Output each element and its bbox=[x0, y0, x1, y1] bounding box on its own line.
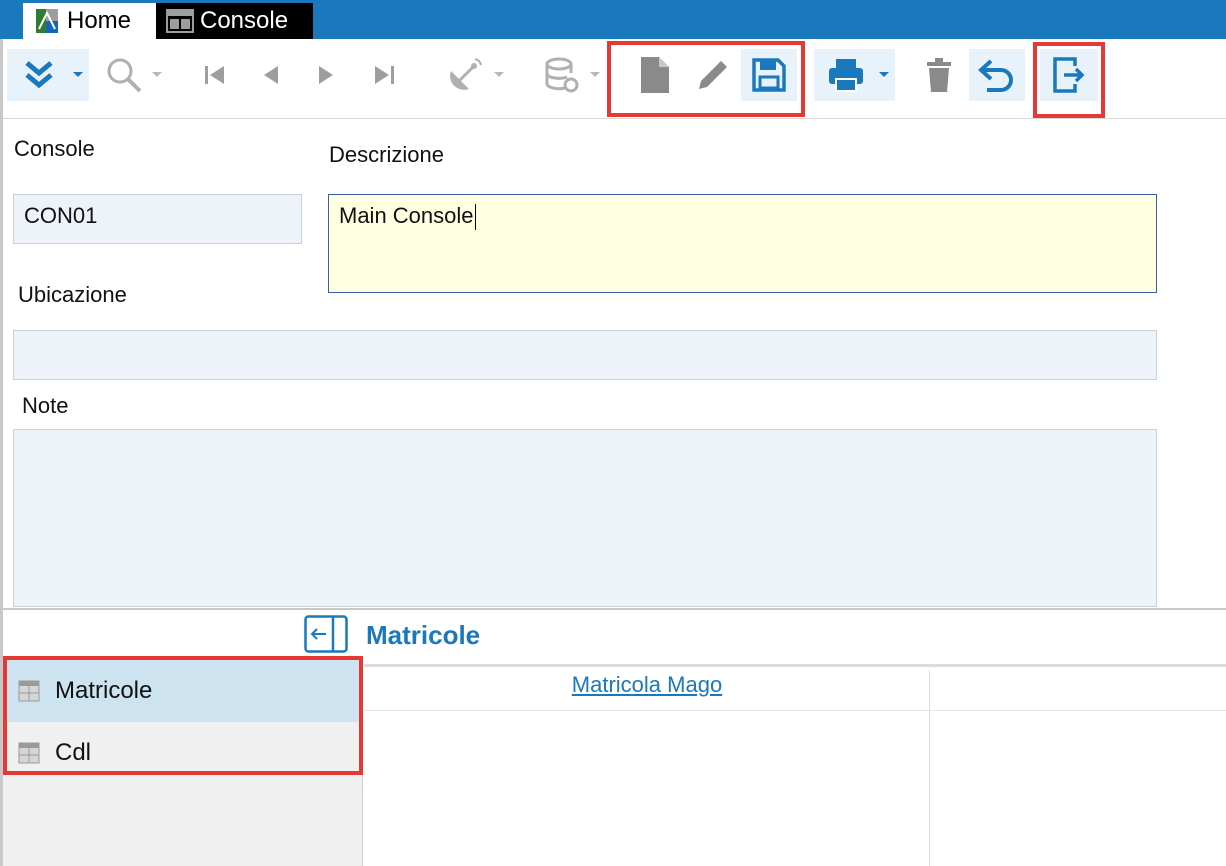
tab-console-label: Console bbox=[200, 7, 289, 34]
trash-icon bbox=[927, 58, 951, 92]
descrizione-field[interactable]: Main Console bbox=[328, 194, 1157, 293]
document-tab-strip: Home Console bbox=[0, 0, 1226, 39]
last-record-button[interactable] bbox=[364, 49, 404, 101]
text-cursor bbox=[474, 204, 476, 231]
console-window-icon bbox=[166, 7, 194, 35]
console-label: Console bbox=[14, 136, 95, 161]
note-label: Note bbox=[22, 393, 69, 418]
last-record-icon bbox=[375, 66, 394, 84]
pane-splitter[interactable] bbox=[0, 608, 1226, 610]
grid-table-icon bbox=[18, 680, 40, 702]
database-button[interactable] bbox=[534, 49, 606, 101]
exit-icon bbox=[1053, 57, 1085, 93]
collapse-panel-icon bbox=[304, 615, 348, 653]
undo-button[interactable] bbox=[969, 49, 1025, 101]
detail-sidebar: Matricole Cdl bbox=[3, 657, 363, 866]
collapse-sidebar-button[interactable] bbox=[304, 615, 348, 653]
ubicazione-field[interactable] bbox=[13, 330, 1157, 380]
double-chevron-down-icon bbox=[25, 61, 53, 89]
exit-button[interactable] bbox=[1040, 49, 1098, 101]
database-icon bbox=[545, 57, 579, 93]
edit-button[interactable] bbox=[688, 49, 738, 101]
app-logo-icon bbox=[33, 7, 61, 35]
undo-icon bbox=[978, 59, 1013, 92]
column-header-matricola-mago[interactable]: Matricola Mago bbox=[364, 672, 930, 698]
chevron-down-icon bbox=[494, 72, 504, 77]
tab-console[interactable]: Console bbox=[156, 3, 313, 39]
next-record-button[interactable] bbox=[306, 49, 346, 101]
sidebar-item-matricole[interactable]: Matricole bbox=[3, 660, 359, 722]
column-separator[interactable] bbox=[929, 670, 930, 866]
previous-record-button[interactable] bbox=[251, 49, 291, 101]
pencil-icon bbox=[699, 61, 727, 89]
ubicazione-label: Ubicazione bbox=[18, 282, 127, 307]
save-button[interactable] bbox=[741, 49, 797, 101]
new-document-button[interactable] bbox=[630, 49, 680, 101]
chevron-down-icon bbox=[590, 72, 600, 77]
search-icon bbox=[107, 58, 142, 93]
note-field[interactable] bbox=[13, 429, 1157, 607]
floppy-disk-icon bbox=[752, 58, 786, 92]
sidebar-item-label: Matricole bbox=[55, 677, 153, 704]
grid-table-icon bbox=[18, 742, 40, 764]
toolbar bbox=[0, 39, 1226, 119]
radar-button[interactable] bbox=[438, 49, 510, 101]
previous-record-icon bbox=[264, 66, 278, 84]
console-code-field[interactable]: CON01 bbox=[13, 194, 302, 244]
grid-header: Matricola Mago bbox=[364, 664, 1226, 711]
tab-home-label: Home bbox=[67, 7, 132, 34]
chevron-down-icon bbox=[152, 72, 162, 77]
tab-home[interactable]: Home bbox=[23, 3, 156, 39]
detail-pane-title: Matricole bbox=[366, 620, 481, 650]
chevron-down-icon bbox=[73, 72, 83, 77]
expand-menu-button[interactable] bbox=[7, 49, 89, 101]
new-document-icon bbox=[641, 57, 669, 93]
delete-button[interactable] bbox=[918, 49, 960, 101]
descrizione-value: Main Console bbox=[339, 203, 474, 228]
sidebar-item-label: Cdl bbox=[55, 739, 92, 766]
radar-dish-icon bbox=[450, 58, 482, 90]
print-button[interactable] bbox=[814, 49, 895, 101]
next-record-icon bbox=[319, 66, 333, 84]
chevron-down-icon bbox=[879, 72, 889, 77]
first-record-button[interactable] bbox=[195, 49, 235, 101]
first-record-icon bbox=[205, 66, 224, 84]
printer-icon bbox=[828, 59, 863, 92]
sidebar-item-cdl[interactable]: Cdl bbox=[3, 722, 359, 784]
descrizione-label: Descrizione bbox=[329, 142, 444, 167]
search-button[interactable] bbox=[98, 49, 168, 101]
